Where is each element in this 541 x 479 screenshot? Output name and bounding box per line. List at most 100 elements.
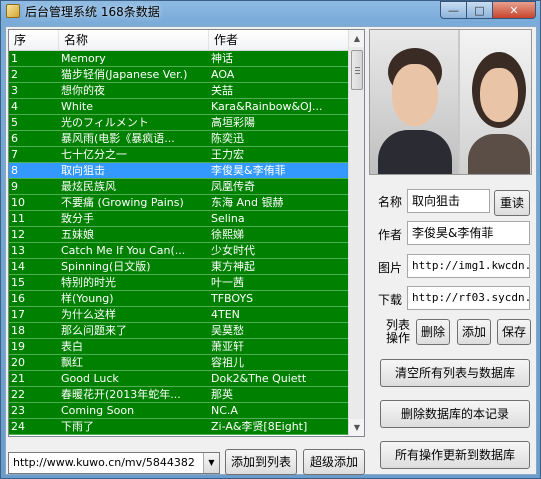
row-index: 23 xyxy=(11,404,25,417)
row-name: 样(Young) xyxy=(61,292,114,305)
table-row[interactable]: 15 特别的时光 叶一茜 xyxy=(9,275,349,291)
row-index: 13 xyxy=(11,244,25,257)
url-combobox[interactable]: http://www.kuwo.cn/mv/5844382 ▼ xyxy=(8,452,220,474)
minimize-button[interactable]: — xyxy=(440,1,466,19)
cover-image-right-panel xyxy=(458,30,531,174)
add-button[interactable]: 添加 xyxy=(457,319,491,345)
column-header-index[interactable]: 序 xyxy=(9,30,59,51)
row-index: 10 xyxy=(11,196,25,209)
table-row[interactable]: 7 七十亿分之一 王力宏 xyxy=(9,147,349,163)
app-icon xyxy=(6,4,20,18)
row-index: 24 xyxy=(11,420,25,433)
row-author: TFBOYS xyxy=(211,292,254,305)
table-row[interactable]: 3 想你的夜 关喆 xyxy=(9,83,349,99)
row-author: 凤凰传奇 xyxy=(211,180,255,193)
window-title: 后台管理系统 168条数据 xyxy=(25,5,160,19)
row-author: 徐熙娣 xyxy=(211,228,244,241)
cover-image xyxy=(369,29,532,175)
row-index: 1 xyxy=(11,52,18,65)
clear-all-button[interactable]: 清空所有列表与数据库 xyxy=(380,359,530,387)
row-author: AOA xyxy=(211,68,235,81)
row-name: 为什么这样 xyxy=(61,308,116,321)
row-name: 致分手 xyxy=(61,212,94,225)
add-to-list-button[interactable]: 添加到列表 xyxy=(225,449,297,475)
cover-figure-face xyxy=(480,68,518,122)
table-row[interactable]: 12 五妹娘 徐熙娣 xyxy=(9,227,349,243)
scrollbar-thumb[interactable] xyxy=(351,50,363,90)
row-index: 5 xyxy=(11,116,18,129)
update-database-button[interactable]: 所有操作更新到数据库 xyxy=(380,441,530,469)
chevron-down-icon[interactable]: ▼ xyxy=(203,453,219,473)
window-controls: — □ ✕ xyxy=(440,1,536,19)
save-button[interactable]: 保存 xyxy=(497,319,531,345)
table-row[interactable]: 5 光のフィルメント 高垣彩陽 xyxy=(9,115,349,131)
scroll-down-arrow-icon[interactable]: ▼ xyxy=(349,419,364,436)
row-index: 6 xyxy=(11,132,18,145)
row-author: 神话 xyxy=(211,52,233,65)
delete-record-button[interactable]: 删除数据库的本记录 xyxy=(380,400,530,428)
row-author: 萧亚轩 xyxy=(211,340,244,353)
row-index: 22 xyxy=(11,388,25,401)
table-row[interactable]: 9 最炫民族风 凤凰传奇 xyxy=(9,179,349,195)
download-url-field[interactable]: http://rf03.sycdn.kuwo.cn xyxy=(407,286,530,310)
table-row[interactable]: 11 致分手 Selina xyxy=(9,211,349,227)
row-author: Kara&Rainbow&OJ... xyxy=(211,100,323,113)
column-header-author[interactable]: 作者 xyxy=(209,30,349,51)
reread-button[interactable]: 重读 xyxy=(494,190,530,216)
column-header-name[interactable]: 名称 xyxy=(59,30,209,51)
vertical-scrollbar[interactable]: ▲ ▼ xyxy=(348,30,364,436)
table-row[interactable]: 16 样(Young) TFBOYS xyxy=(9,291,349,307)
row-index: 18 xyxy=(11,324,25,337)
row-name: Good Luck xyxy=(61,372,119,385)
table-row[interactable]: 2 猫步轻俏(Japanese Ver.) AOA xyxy=(9,67,349,83)
table-row[interactable]: 19 表白 萧亚轩 xyxy=(9,339,349,355)
name-field[interactable]: 取向狙击 xyxy=(407,189,490,213)
row-author: 叶一茜 xyxy=(211,276,244,289)
author-label: 作者 xyxy=(378,228,403,242)
row-author: 高垣彩陽 xyxy=(211,116,255,129)
row-name: 那么问题来了 xyxy=(61,324,127,337)
table-row[interactable]: 21 Good Luck Dok2&The Quiett xyxy=(9,371,349,387)
table-row[interactable]: 1 Memory 神话 xyxy=(9,51,349,67)
row-name: 暴风雨(电影《暴疯语... xyxy=(61,132,175,145)
table-row[interactable]: 10 不要痛 (Growing Pains) 东海 And 银赫 xyxy=(9,195,349,211)
row-author: 4TEN xyxy=(211,308,240,321)
table-row[interactable]: 8 取向狙击 李俊昊&李侑菲 xyxy=(9,163,349,179)
main-window: 后台管理系统 168条数据 — □ ✕ 序 名称 作者 1 Memory 神话 2 猫步… xyxy=(0,0,541,479)
author-field[interactable]: 李俊昊&李侑菲 xyxy=(407,221,530,245)
song-list[interactable]: 序 名称 作者 1 Memory 神话 2 猫步轻俏(Japanese Ver.) AOA… xyxy=(8,29,365,437)
url-input[interactable]: http://www.kuwo.cn/mv/5844382 xyxy=(13,456,195,469)
row-name: Coming Soon xyxy=(61,404,135,417)
table-row[interactable]: 23 Coming Soon NC.A xyxy=(9,403,349,419)
super-add-button[interactable]: 超级添加 xyxy=(303,449,365,475)
table-row[interactable]: 13 Catch Me If You Can(... 少女时代 xyxy=(9,243,349,259)
title-bar[interactable]: 后台管理系统 168条数据 — □ ✕ xyxy=(1,1,541,23)
row-name: 飘红 xyxy=(61,356,83,369)
close-button[interactable]: ✕ xyxy=(492,1,536,19)
table-row[interactable]: 6 暴风雨(电影《暴疯语... 陈奕迅 xyxy=(9,131,349,147)
image-url-field[interactable]: http://img1.kwcdn.kuwo.cn xyxy=(407,254,530,278)
row-author: NC.A xyxy=(211,404,238,417)
table-row[interactable]: 18 那么问题来了 吴莫愁 xyxy=(9,323,349,339)
scroll-up-arrow-icon[interactable]: ▲ xyxy=(349,30,364,47)
name-label: 名称 xyxy=(378,195,403,209)
row-name: 下雨了 xyxy=(61,420,94,433)
row-index: 17 xyxy=(11,308,25,321)
row-author: Selina xyxy=(211,212,245,225)
table-row[interactable]: 20 飘红 容祖儿 xyxy=(9,355,349,371)
table-row[interactable]: 17 为什么这样 4TEN xyxy=(9,307,349,323)
row-name: 表白 xyxy=(61,340,83,353)
delete-button[interactable]: 删除 xyxy=(416,319,450,345)
maximize-button[interactable]: □ xyxy=(466,1,492,19)
row-index: 15 xyxy=(11,276,25,289)
row-index: 4 xyxy=(11,100,18,113)
table-row[interactable]: 22 春暖花开(2013年蛇年... 那英 xyxy=(9,387,349,403)
row-author: 王力宏 xyxy=(211,148,244,161)
list-operations-label: 列表操作 xyxy=(386,318,411,345)
row-name: 不要痛 (Growing Pains) xyxy=(61,196,184,209)
row-index: 3 xyxy=(11,84,18,97)
table-row[interactable]: 24 下雨了 Zi-A&李贤[8Eight] xyxy=(9,419,349,435)
table-row[interactable]: 14 Spinning(日文版) 東方神起 xyxy=(9,259,349,275)
table-row[interactable]: 4 White Kara&Rainbow&OJ... xyxy=(9,99,349,115)
row-name: 七十亿分之一 xyxy=(61,148,127,161)
